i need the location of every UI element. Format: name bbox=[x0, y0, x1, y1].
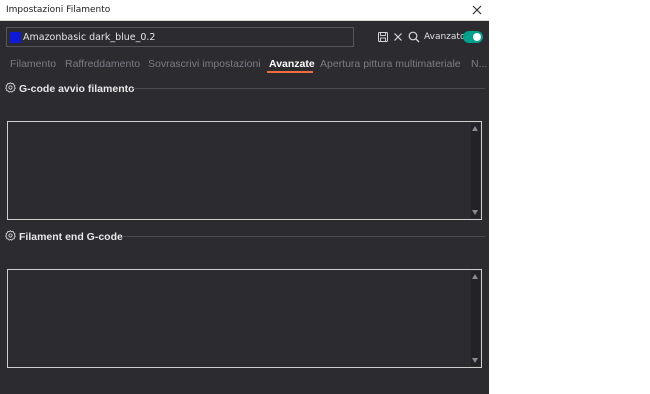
tab-filamento[interactable]: Filamento bbox=[10, 58, 56, 70]
section-divider bbox=[133, 88, 485, 89]
preset-name: Amazonbasic dark_blue_0.2 bbox=[23, 32, 156, 43]
delete-preset-icon[interactable] bbox=[391, 30, 405, 44]
section-divider bbox=[122, 236, 485, 237]
tab-sovrascrivi-impostazioni[interactable]: Sovrascrivi impostazioni bbox=[148, 58, 261, 70]
advanced-mode-toggle[interactable] bbox=[463, 31, 483, 43]
filament-settings-window: Impostazioni Filamento Amazonbasic dark_… bbox=[0, 0, 489, 394]
close-icon[interactable] bbox=[469, 2, 485, 18]
scroll-down-arrow-icon[interactable] bbox=[472, 210, 478, 215]
section-title-start-gcode: G-code avvio filamento bbox=[19, 83, 135, 95]
window-title: Impostazioni Filamento bbox=[6, 5, 111, 15]
start-gcode-editor[interactable] bbox=[7, 121, 482, 220]
scroll-up-arrow-icon[interactable] bbox=[472, 274, 478, 279]
gear-icon bbox=[5, 230, 16, 241]
settings-tabs: Filamento Raffreddamento Sovrascrivi imp… bbox=[10, 58, 489, 74]
end-gcode-textarea[interactable] bbox=[10, 272, 469, 365]
gear-icon bbox=[5, 82, 16, 93]
tab-overflow[interactable]: N... bbox=[471, 58, 487, 70]
section-end-gcode-header: Filament end G-code bbox=[5, 230, 123, 243]
save-icon[interactable] bbox=[376, 30, 390, 44]
start-gcode-textarea[interactable] bbox=[10, 124, 469, 217]
search-icon[interactable] bbox=[407, 30, 421, 44]
end-gcode-scrollbar[interactable] bbox=[471, 271, 480, 366]
end-gcode-editor[interactable] bbox=[7, 269, 482, 368]
scroll-up-arrow-icon[interactable] bbox=[472, 126, 478, 131]
filament-color-swatch bbox=[10, 32, 21, 43]
tab-raffreddamento[interactable]: Raffreddamento bbox=[65, 58, 140, 70]
tab-avanzate[interactable]: Avanzate bbox=[269, 58, 315, 70]
active-tab-indicator bbox=[267, 71, 313, 73]
start-gcode-scrollbar[interactable] bbox=[471, 123, 480, 218]
section-title-end-gcode: Filament end G-code bbox=[19, 231, 123, 243]
tab-apertura-pittura-multimateriale[interactable]: Apertura pittura multimateriale bbox=[320, 58, 461, 70]
title-bar: Impostazioni Filamento bbox=[0, 0, 489, 21]
section-start-gcode-header: G-code avvio filamento bbox=[5, 82, 135, 95]
toggle-knob bbox=[473, 33, 481, 41]
advanced-mode-label: Avanzato bbox=[424, 32, 466, 42]
preset-selector[interactable]: Amazonbasic dark_blue_0.2 bbox=[6, 27, 354, 47]
scroll-down-arrow-icon[interactable] bbox=[472, 358, 478, 363]
